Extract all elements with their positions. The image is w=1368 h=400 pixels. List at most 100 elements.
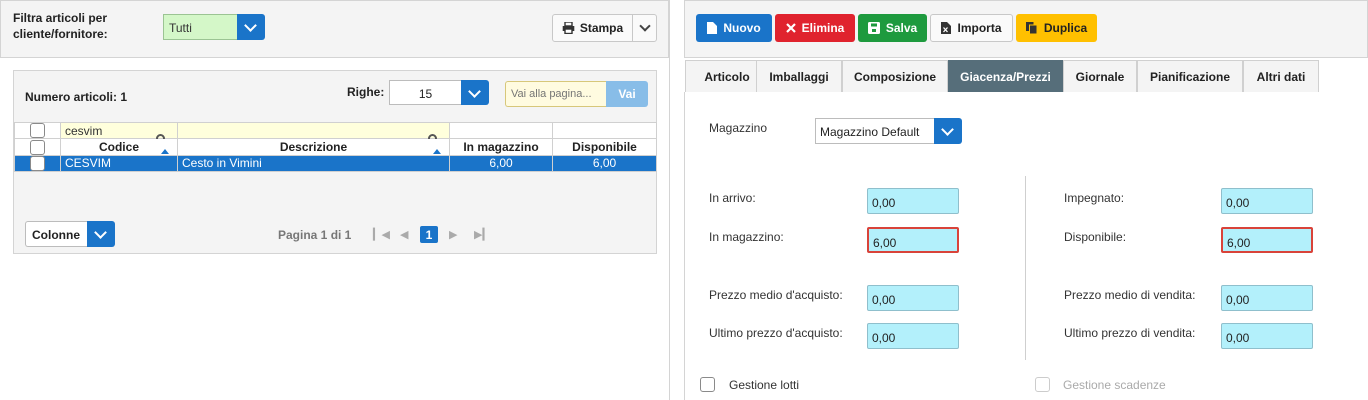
filter-label: Filtra articoli per cliente/fornitore: (13, 11, 108, 41)
rows-label: Righe: (347, 85, 385, 99)
new-button-label: Nuovo (723, 21, 761, 35)
avg-sale-price-field[interactable]: 0,00 (1221, 285, 1313, 311)
save-icon (867, 22, 880, 34)
panel-divider (669, 0, 670, 400)
available-label: Disponibile: (1064, 230, 1127, 244)
print-button[interactable]: Stampa (552, 14, 633, 42)
row-checkbox-cell (14, 154, 61, 172)
filter-select-value: Tutti (163, 14, 237, 40)
sort-icon[interactable] (433, 149, 441, 162)
delete-button[interactable]: Elimina (775, 14, 855, 42)
committed-label: Impegnato: (1064, 191, 1125, 205)
filter-select[interactable]: Tutti (163, 14, 265, 40)
chevron-down-icon[interactable] (934, 118, 962, 144)
avg-purchase-price-label: Prezzo medio d'acquisto: (709, 288, 843, 302)
tab-pianificazione[interactable]: Pianificazione (1137, 60, 1243, 92)
articles-count: Numero articoli: 1 (25, 90, 128, 104)
sort-icon[interactable] (161, 149, 169, 162)
committed-field[interactable]: 0,00 (1221, 188, 1313, 214)
current-page-button[interactable]: 1 (420, 226, 438, 243)
header-row: Codice Descrizione In magazzino Disponib… (14, 138, 657, 162)
stock-filter-cell (449, 121, 553, 140)
import-button[interactable]: Importa (930, 14, 1013, 42)
warehouse-select-value: Magazzino Default (815, 118, 934, 144)
in-stock-label: In magazzino: (709, 230, 784, 244)
expiry-management-label: Gestione scadenze (1063, 378, 1166, 392)
tab-composizione[interactable]: Composizione (842, 60, 948, 92)
column-header-in-stock-label: In magazzino (463, 139, 539, 154)
first-page-icon[interactable]: ▎◀ (373, 228, 390, 241)
articles-table: cesvim Codice Descrizione In magazzino D… (14, 121, 657, 172)
delete-button-label: Elimina (801, 21, 845, 35)
last-purchase-price-label: Ultimo prezzo d'acquisto: (709, 326, 843, 340)
excel-file-icon (941, 22, 952, 34)
tab-altri-dati[interactable]: Altri dati (1243, 60, 1319, 92)
print-options-chevron-icon[interactable] (632, 14, 657, 42)
chevron-down-icon[interactable] (237, 14, 265, 40)
warehouse-label: Magazzino (709, 121, 768, 135)
file-icon (707, 22, 718, 34)
cell-code: CESVIM (60, 154, 178, 172)
tab-giacenza-prezzi[interactable]: Giacenza/Prezzi (948, 60, 1063, 92)
pager-label: Pagina 1 di 1 (278, 228, 352, 242)
tab-giornale[interactable]: Giornale (1063, 60, 1137, 92)
rows-per-page-select[interactable]: 15 (389, 80, 489, 105)
columns-divider (1025, 176, 1026, 360)
last-purchase-price-field[interactable]: 0,00 (867, 323, 959, 349)
new-button[interactable]: Nuovo (696, 14, 772, 42)
close-icon (785, 23, 796, 33)
lot-management-checkbox[interactable] (700, 377, 715, 392)
avg-sale-price-label: Prezzo medio di vendita: (1064, 288, 1196, 302)
cell-description: Cesto in Vimini (177, 154, 450, 172)
available-filter-cell (552, 121, 657, 140)
warehouse-select[interactable]: Magazzino Default (815, 118, 962, 144)
filter-row: cesvim (14, 121, 657, 143)
last-page-icon[interactable]: ▶▎ (474, 228, 491, 241)
cell-available: 6,00 (552, 154, 657, 172)
table-row[interactable]: CESVIM Cesto in Vimini 6,00 6,00 (14, 154, 657, 172)
column-header-code-label: Codice (98, 139, 139, 154)
duplicate-button[interactable]: Duplica (1016, 14, 1097, 42)
goto-page-button[interactable]: Vai (606, 81, 648, 107)
filter-row-checkbox-cell (14, 121, 61, 140)
last-sale-price-label: Ultimo prezzo di vendita: (1064, 326, 1196, 340)
expiry-management-checkbox[interactable] (1035, 377, 1050, 392)
incoming-label: In arrivo: (709, 191, 756, 205)
code-filter-cell[interactable]: cesvim (60, 121, 178, 143)
chevron-down-icon[interactable] (461, 80, 489, 105)
description-filter-cell[interactable] (177, 121, 450, 143)
prev-page-icon[interactable]: ◀ (400, 228, 408, 241)
lot-management-label: Gestione lotti (729, 378, 800, 392)
next-page-icon[interactable]: ▶ (449, 228, 457, 241)
column-header-description[interactable]: Descrizione (177, 138, 450, 162)
available-field[interactable]: 6,00 (1221, 227, 1313, 253)
avg-purchase-price-field[interactable]: 0,00 (867, 285, 959, 311)
column-header-description-label: Descrizione (279, 139, 348, 154)
row-checkbox[interactable] (30, 155, 45, 171)
print-button-label: Stampa (579, 21, 624, 35)
printer-icon (562, 22, 575, 34)
import-button-label: Importa (957, 21, 1002, 35)
chevron-down-icon[interactable] (87, 221, 115, 247)
select-all-filter-checkbox[interactable] (30, 123, 45, 139)
code-filter-input[interactable]: cesvim (65, 124, 102, 138)
column-header-in-stock[interactable]: In magazzino (449, 138, 553, 156)
cell-in-stock: 6,00 (449, 154, 553, 172)
columns-button[interactable]: Colonne (25, 221, 115, 247)
duplicate-button-label: Duplica (1043, 21, 1088, 35)
column-header-code[interactable]: Codice (60, 138, 178, 162)
header-checkbox-cell (14, 138, 61, 156)
rows-per-page-value: 15 (389, 80, 461, 105)
incoming-field[interactable]: 0,00 (867, 188, 959, 214)
column-header-available[interactable]: Disponibile (552, 138, 657, 156)
save-button[interactable]: Salva (858, 14, 927, 42)
columns-button-label: Colonne (25, 221, 87, 247)
copy-icon (1025, 22, 1038, 34)
tab-imballaggi[interactable]: Imballaggi (756, 60, 842, 92)
column-header-available-label: Disponibile (572, 139, 637, 154)
save-button-label: Salva (885, 21, 918, 35)
last-sale-price-field[interactable]: 0,00 (1221, 323, 1313, 349)
goto-page-input[interactable] (505, 81, 606, 107)
select-all-checkbox[interactable] (30, 139, 45, 155)
in-stock-field[interactable]: 6,00 (867, 227, 959, 253)
